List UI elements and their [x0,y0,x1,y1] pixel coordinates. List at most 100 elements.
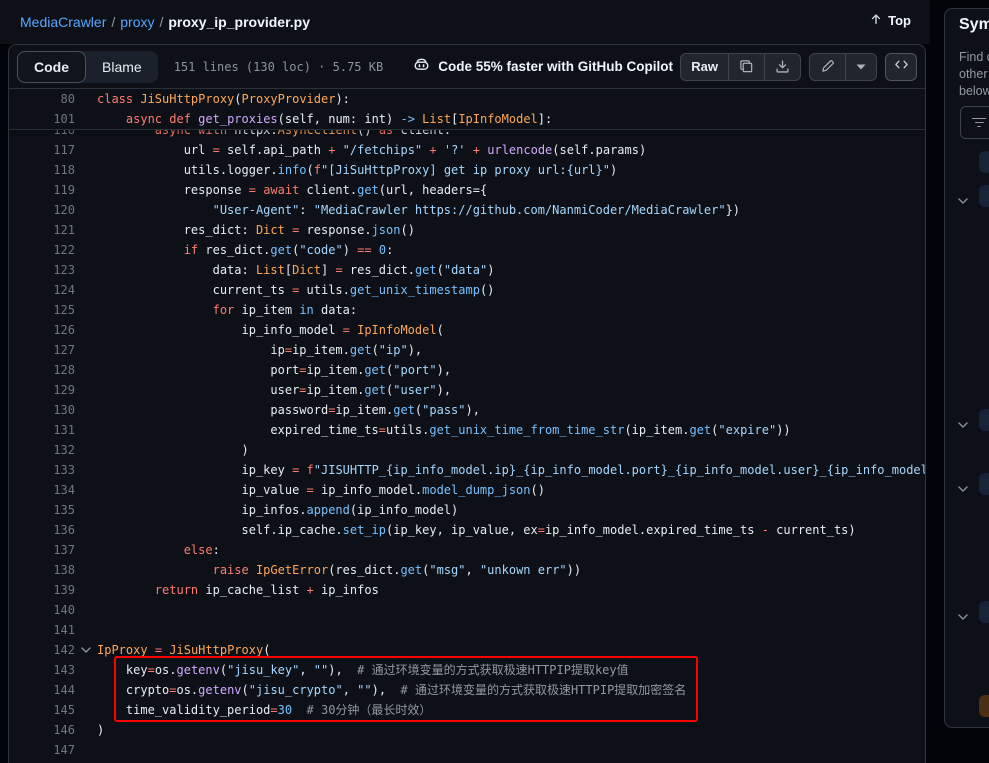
raw-button[interactable]: Raw [681,54,728,80]
line-number[interactable]: 119 [9,180,75,200]
line-number[interactable]: 118 [9,160,75,180]
code-line: 119 response = await client.get(url, hea… [9,180,925,200]
sticky-context-lines: 80 class JiSuHttpProxy(ProxyProvider): 101… [9,89,925,130]
line-number[interactable]: 141 [9,620,75,640]
edit-group [809,53,877,81]
symbol-row [945,409,989,431]
raw-copy-download-group: Raw [680,53,801,81]
line-number[interactable]: 116 [9,130,75,140]
line-number[interactable]: 127 [9,340,75,360]
line-number[interactable]: 133 [9,460,75,480]
code-text: return ip_cache_list + ip_infos [97,580,379,600]
line-number[interactable]: 101 [9,109,75,129]
edit-dropdown-button[interactable] [845,54,876,80]
code-text: url = self.api_path + "/fetchips" + '?' … [97,140,646,160]
symbol-item[interactable] [979,601,989,623]
file-info-text: 151 lines (130 loc) · 5.75 KB [174,60,384,74]
symbol-item[interactable] [979,695,989,717]
code-line: 116 async with httpx.AsyncClient() as cl… [9,130,925,140]
chevron-down-icon[interactable] [958,607,968,625]
chevron-down-icon[interactable] [958,191,968,209]
line-number[interactable]: 117 [9,140,75,160]
code-line: 129 user=ip_item.get("user"), [9,380,925,400]
back-to-top-link[interactable]: Top [869,12,911,29]
symbol-item[interactable] [979,151,989,173]
code-lines: 116 async with httpx.AsyncClient() as cl… [9,130,925,760]
symbol-row [945,695,989,717]
code-text: IpProxy = JiSuHttpProxy( [97,640,270,660]
line-number[interactable]: 144 [9,680,75,700]
code-text: class JiSuHttpProxy(ProxyProvider): [97,89,350,109]
line-number[interactable]: 122 [9,240,75,260]
code-text: crypto=os.getenv("jisu_crypto", ""), # 通… [97,680,686,700]
line-number[interactable]: 120 [9,200,75,220]
tab-blame[interactable]: Blame [86,51,158,83]
gutter [75,160,97,180]
line-number[interactable]: 124 [9,280,75,300]
breadcrumb-separator: / [111,14,115,30]
code-line: 80 class JiSuHttpProxy(ProxyProvider): [9,89,925,109]
line-number[interactable]: 139 [9,580,75,600]
code-line: 121 res_dict: Dict = response.json() [9,220,925,240]
symbol-item[interactable] [979,185,989,207]
edit-button[interactable] [810,54,845,80]
code-scroll[interactable]: 116 async with httpx.AsyncClient() as cl… [9,130,925,760]
gutter [75,580,97,600]
code-line: 122 if res_dict.get("code") == 0: [9,240,925,260]
line-number[interactable]: 123 [9,260,75,280]
code-text: raise IpGetError(res_dict.get("msg", "un… [97,560,581,580]
line-number[interactable]: 135 [9,500,75,520]
breadcrumb-repo-link[interactable]: MediaCrawler [20,14,106,30]
symbol-item[interactable] [979,409,989,431]
copy-button[interactable] [728,54,764,80]
gutter [75,720,97,740]
line-number[interactable]: 146 [9,720,75,740]
line-number[interactable]: 138 [9,560,75,580]
line-number[interactable]: 136 [9,520,75,540]
line-number[interactable]: 140 [9,600,75,620]
download-button[interactable] [764,54,800,80]
code-text: port=ip_item.get("port"), [97,360,451,380]
code-text: for ip_item in data: [97,300,357,320]
breadcrumb-separator: / [159,14,163,30]
line-number[interactable]: 143 [9,660,75,680]
chevron-down-icon[interactable] [958,479,968,497]
line-number[interactable]: 129 [9,380,75,400]
gutter [75,340,97,360]
gutter [75,520,97,540]
symbols-panel-toggle-button[interactable] [885,53,917,81]
code-line: 118 utils.logger.info(f"[JiSuHttpProxy] … [9,160,925,180]
chevron-down-icon[interactable] [958,415,968,433]
line-number[interactable]: 126 [9,320,75,340]
line-number[interactable]: 125 [9,300,75,320]
code-panel-icon [894,57,909,77]
line-number[interactable]: 132 [9,440,75,460]
code-line: 143 key=os.getenv("jisu_key", ""), # 通过环… [9,660,925,680]
breadcrumb-bar: MediaCrawler/proxy/proxy_ip_provider.py [0,0,930,44]
line-number[interactable]: 121 [9,220,75,240]
line-number[interactable]: 130 [9,400,75,420]
file-actions: Raw [680,53,917,81]
line-number[interactable]: 137 [9,540,75,560]
code-text: ip_info_model = IpInfoModel( [97,320,444,340]
line-number[interactable]: 134 [9,480,75,500]
symbol-row [945,151,989,173]
file-view-card: Code Blame 151 lines (130 loc) · 5.75 KB… [8,44,926,763]
line-number[interactable]: 142 [9,640,75,660]
symbol-item[interactable] [979,473,989,495]
line-number[interactable]: 128 [9,360,75,380]
code-text: user=ip_item.get("user"), [97,380,451,400]
code-line: 125 for ip_item in data: [9,300,925,320]
copy-icon [739,59,754,74]
tab-code[interactable]: Code [17,51,86,83]
breadcrumb-folder-link[interactable]: proxy [120,14,154,30]
line-number[interactable]: 147 [9,740,75,760]
line-number[interactable]: 131 [9,420,75,440]
code-text: ip_key = f"JISUHTTP_{ip_info_model.ip}_{… [97,460,925,480]
line-number[interactable]: 145 [9,700,75,720]
collapse-chevron-icon[interactable] [75,640,97,660]
line-number[interactable]: 80 [9,89,75,109]
code-text: password=ip_item.get("pass"), [97,400,480,420]
filter-symbols-input[interactable] [960,106,989,139]
code-line: 137 else: [9,540,925,560]
